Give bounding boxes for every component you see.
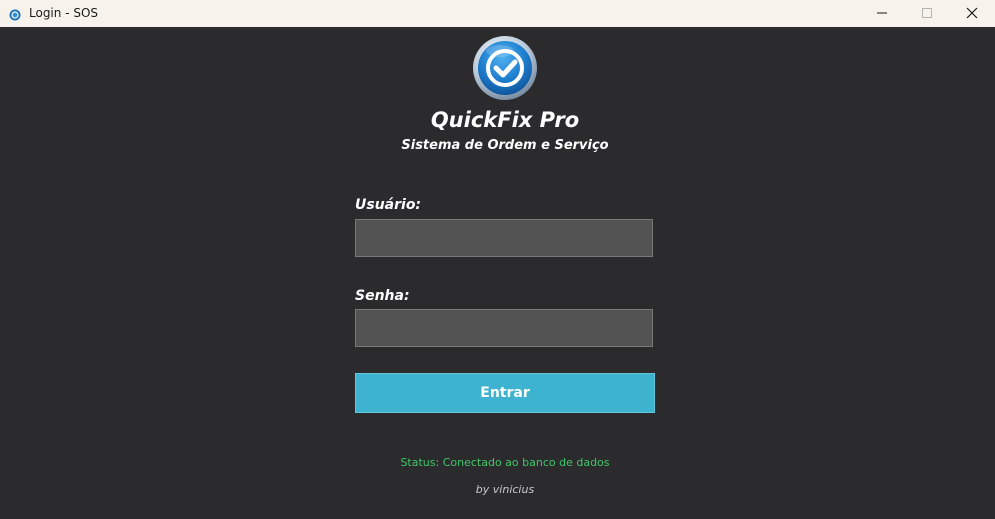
login-panel: QuickFix Pro Sistema de Ordem e Serviço … xyxy=(0,27,995,519)
author-credit: by vinicius xyxy=(475,483,535,496)
maximize-button[interactable] xyxy=(904,0,950,27)
window-title: Login - SOS xyxy=(29,6,99,20)
login-window: Login - SOS QuickFix Pro Sistema de Orde… xyxy=(0,0,995,519)
check-circle-icon xyxy=(472,35,538,101)
username-label: Usuário: xyxy=(355,197,422,213)
minimize-button[interactable] xyxy=(859,0,905,27)
minimize-icon xyxy=(876,4,888,23)
login-button[interactable]: Entrar xyxy=(355,373,655,413)
close-button[interactable] xyxy=(949,0,995,27)
connection-status: Status: Conectado ao banco de dados xyxy=(400,456,610,469)
maximize-icon xyxy=(921,4,933,23)
password-label: Senha: xyxy=(355,288,410,304)
close-icon xyxy=(966,4,978,23)
app-subtitle: Sistema de Ordem e Serviço xyxy=(401,138,609,153)
username-input[interactable] xyxy=(355,219,653,257)
title-bar[interactable]: Login - SOS xyxy=(0,0,995,27)
password-input[interactable] xyxy=(355,309,653,347)
app-icon xyxy=(9,6,21,21)
app-title: QuickFix Pro xyxy=(430,108,580,132)
